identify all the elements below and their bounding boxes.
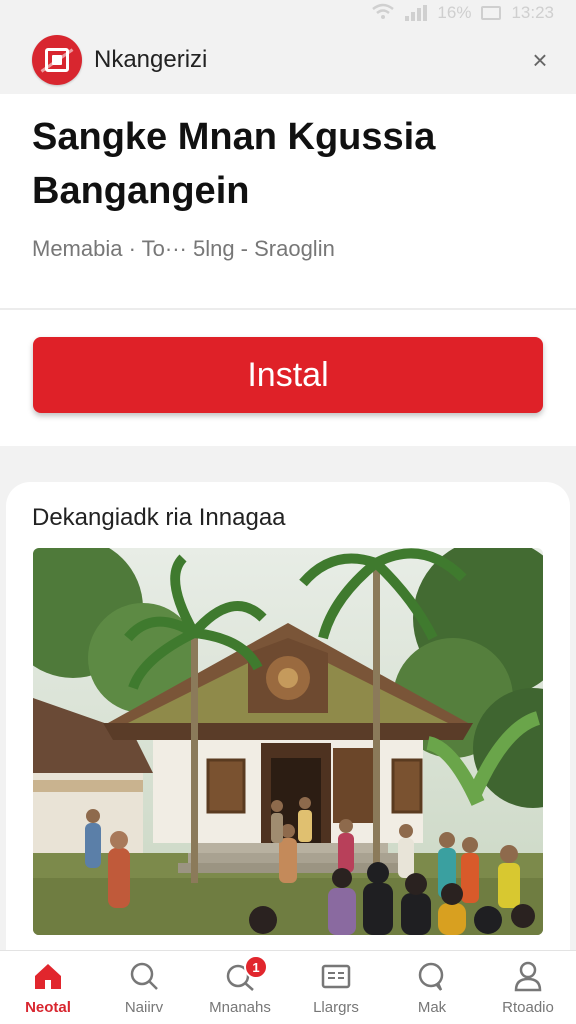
app-name: Nkangerizi — [94, 46, 208, 73]
install-button[interactable]: Instal — [33, 337, 543, 413]
signal-icon — [405, 5, 428, 21]
screenshot-image[interactable] — [33, 548, 543, 935]
nav-label-search: Naiirv — [124, 999, 164, 1016]
bottom-nav: Neotal Naiirv 1 Mnanahs Llargrs Mak Rtoa… — [0, 950, 576, 1024]
title-line-2: Bangangein — [32, 170, 250, 212]
nav-label-profile: Rtoadio — [502, 999, 554, 1016]
wifi-icon — [371, 2, 395, 25]
nav-item-profile[interactable]: Rtoadio — [480, 951, 576, 1024]
notification-badge: 1 — [244, 955, 268, 979]
app-meta: Memabia · To··· 5lng - Sraoglin — [32, 236, 335, 261]
status-bar: 16% 13:23 — [0, 0, 576, 26]
app-logo — [32, 35, 82, 85]
page-title: Sangke Mnan Kgussia Bangangein — [32, 110, 544, 218]
nav-item-cards[interactable]: Llargrs — [288, 951, 384, 1024]
title-line-1: Sangke Mnan Kgussia — [32, 116, 436, 158]
nav-item-search[interactable]: Naiirv — [96, 951, 192, 1024]
clock: 13:23 — [511, 3, 554, 22]
nav-label-home: Neotal — [25, 999, 71, 1016]
search-icon — [127, 959, 161, 993]
close-icon[interactable]: × — [524, 45, 556, 76]
battery-level: 16% — [437, 3, 472, 22]
battery-icon — [481, 6, 502, 20]
hero-section: Sangke Mnan Kgussia Bangangein Memabia ·… — [0, 94, 576, 308]
card-title: Dekangiadk ria Innagaa — [32, 504, 286, 531]
nav-item-home[interactable]: Neotal — [0, 951, 96, 1024]
nav-item-chat[interactable]: Mak — [384, 951, 480, 1024]
nav-label-cards: Llargrs — [313, 999, 359, 1016]
home-icon — [31, 959, 65, 993]
nav-label-notifications: Mnanahs — [209, 999, 271, 1016]
nav-label-chat: Mak — [417, 999, 447, 1016]
screenshot-card: Dekangiadk ria Innagaa — [6, 482, 570, 952]
install-section: Instal — [0, 310, 576, 446]
app-header: Nkangerizi × — [0, 26, 576, 94]
chat-search-icon — [415, 959, 449, 993]
profile-icon — [511, 959, 545, 993]
nav-item-notifications[interactable]: 1 Mnanahs — [192, 951, 288, 1024]
id-card-icon — [319, 959, 353, 993]
